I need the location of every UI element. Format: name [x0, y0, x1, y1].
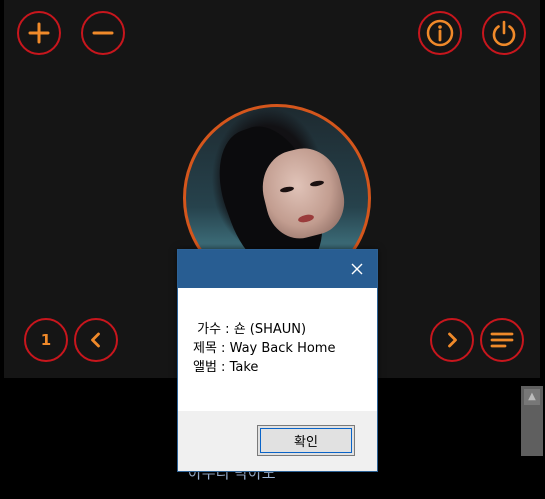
previous-button[interactable] — [74, 318, 118, 362]
song-info-dialog: 가수 : 숀 (SHAUN) 제목 : Way Back Home 앨범 : Tak… — [177, 249, 378, 472]
close-icon — [351, 263, 363, 275]
zoom-in-button[interactable] — [17, 11, 61, 55]
minus-icon — [92, 31, 114, 35]
power-icon — [492, 20, 516, 47]
ok-button[interactable]: 확인 — [257, 425, 355, 456]
dialog-close-button[interactable] — [347, 259, 367, 279]
scroll-up-arrow-icon[interactable]: ▲ — [524, 389, 540, 405]
track-number: 1 — [40, 331, 52, 349]
chevron-right-icon — [448, 332, 457, 348]
zoom-out-button[interactable] — [81, 11, 125, 55]
info-button[interactable] — [418, 11, 462, 55]
track-number-button[interactable]: 1 — [24, 318, 68, 362]
plus-icon — [28, 22, 50, 44]
song-info-lines: 가수 : 숀 (SHAUN) 제목 : Way Back Home 앨범 : Tak… — [193, 320, 335, 377]
menu-icon — [490, 332, 514, 348]
chevron-left-icon — [91, 332, 100, 348]
dialog-content: 가수 : 숀 (SHAUN) 제목 : Way Back Home 앨범 : Tak… — [178, 288, 377, 411]
ok-button-focus-ring — [260, 428, 352, 453]
info-icon — [426, 19, 454, 47]
playlist-button[interactable] — [480, 318, 524, 362]
dialog-titlebar — [178, 250, 377, 288]
power-button[interactable] — [482, 11, 526, 55]
title-line: 제목 : Way Back Home — [193, 341, 336, 356]
next-button[interactable] — [430, 318, 474, 362]
artist-line: 가수 : 숀 (SHAUN) — [193, 322, 307, 337]
lyrics-scrollbar[interactable]: ▲ — [521, 386, 543, 456]
album-line: 앨범 : Take — [193, 360, 259, 375]
